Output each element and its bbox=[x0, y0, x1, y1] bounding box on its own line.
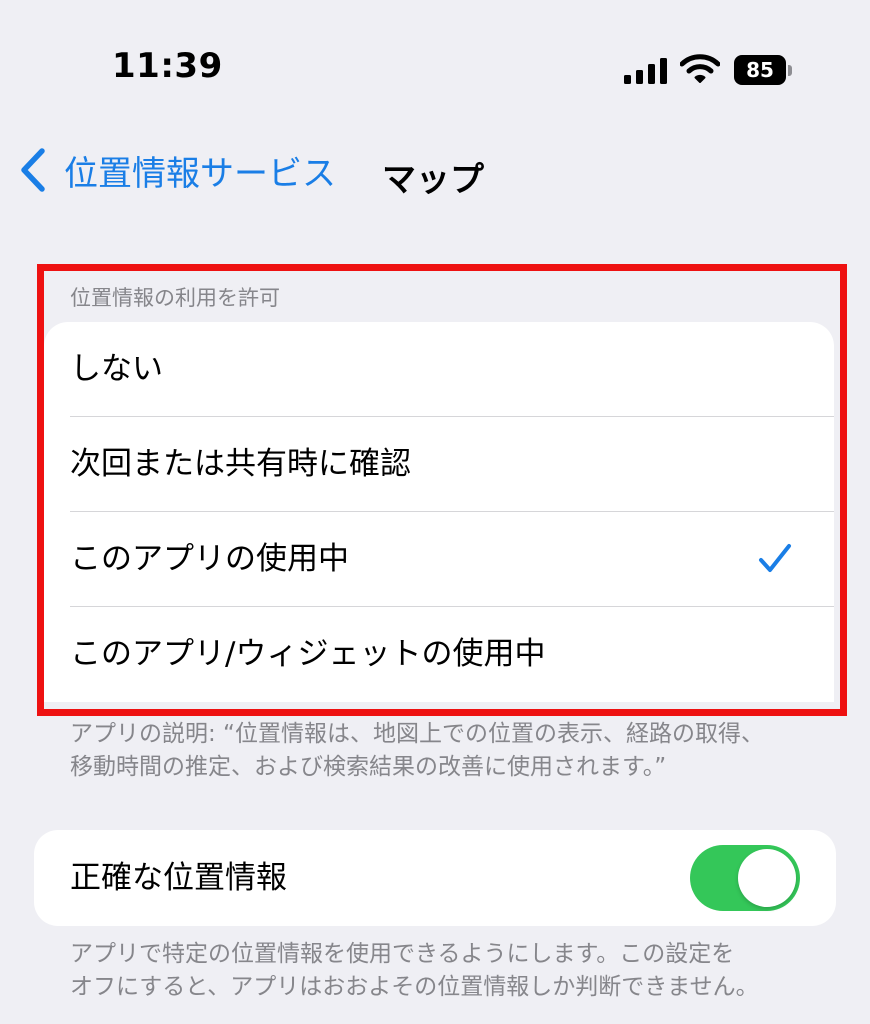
precise-location-description: アプリで特定の位置情報を使用できるようにします。この設定を オフにすると、アプリ… bbox=[70, 938, 830, 1004]
section-header-location-access: 位置情報の利用を許可 bbox=[70, 286, 280, 310]
battery-icon: 85 bbox=[734, 55, 794, 85]
option-label: 次回または共有時に確認 bbox=[70, 446, 411, 482]
wifi-icon bbox=[680, 54, 720, 83]
chevron-left-icon bbox=[21, 148, 45, 192]
app-description-line-2: 移動時間の推定、および検索結果の改善に使用されます。” bbox=[70, 754, 667, 780]
page-title: マップ bbox=[382, 160, 484, 200]
app-description-line-1: アプリの説明: “位置情報は、地図上での位置の表示、経路の取得、 bbox=[70, 721, 764, 747]
option-label: このアプリの使用中 bbox=[70, 541, 349, 577]
option-label: しない bbox=[70, 351, 163, 387]
precise-location-description-line-2: オフにすると、アプリはおおよその位置情報しか判断できません。 bbox=[70, 974, 759, 1000]
option-label: このアプリ/ウィジェットの使用中 bbox=[70, 636, 546, 672]
app-description: アプリの説明: “位置情報は、地図上での位置の表示、経路の取得、 移動時間の推定… bbox=[70, 718, 830, 784]
option-while-using-app[interactable]: このアプリの使用中 bbox=[44, 512, 834, 607]
precise-location-label: 正確な位置情報 bbox=[70, 860, 287, 896]
status-bar: 11:39 85 bbox=[0, 0, 870, 120]
precise-location-description-line-1: アプリで特定の位置情報を使用できるようにします。この設定を bbox=[70, 941, 735, 967]
location-access-options: しない 次回または共有時に確認 このアプリの使用中 このアプリ/ウィジェットの使… bbox=[44, 322, 834, 702]
signal-icon bbox=[624, 58, 667, 84]
status-time: 11:39 bbox=[112, 46, 223, 86]
option-ask-next-time[interactable]: 次回または共有時に確認 bbox=[44, 417, 834, 512]
option-never[interactable]: しない bbox=[44, 322, 834, 417]
checkmark-icon bbox=[759, 544, 791, 572]
toggle-knob bbox=[738, 849, 796, 907]
precise-location-row: 正確な位置情報 bbox=[34, 830, 836, 926]
navigation-bar: 位置情報サービス マップ bbox=[0, 130, 870, 210]
option-while-using-app-or-widgets[interactable]: このアプリ/ウィジェットの使用中 bbox=[44, 607, 834, 702]
precise-location-toggle[interactable] bbox=[690, 845, 800, 911]
battery-level: 85 bbox=[746, 58, 774, 82]
back-label: 位置情報サービス bbox=[64, 153, 336, 194]
back-button[interactable]: 位置情報サービス bbox=[18, 142, 336, 198]
battery-cap bbox=[788, 65, 792, 76]
